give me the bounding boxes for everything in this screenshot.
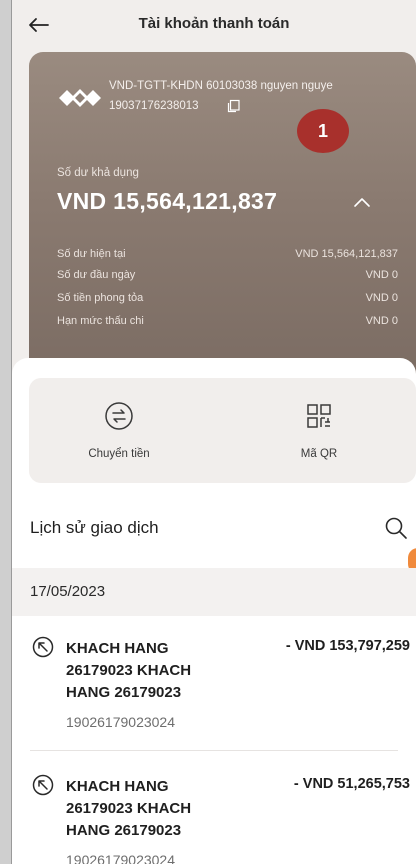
balance-row-label: Số dư đầu ngày — [57, 269, 136, 281]
page-title: Tài khoản thanh toán — [138, 15, 290, 32]
qr-label: Mã QR — [300, 448, 338, 460]
balance-row-overdraft: Hạn mức thấu chi VND 0 — [57, 315, 398, 327]
available-balance-label: Số dư khả dụng — [57, 167, 139, 179]
step-badge: 1 — [297, 109, 349, 153]
copy-icon[interactable] — [227, 99, 241, 113]
transaction-amount: - VND 153,797,259 — [285, 638, 410, 654]
divider — [30, 750, 398, 751]
balance-row-label: Số dư hiện tại — [57, 248, 126, 260]
balance-row-value: VND 15,564,121,837 — [295, 248, 398, 260]
app-screen: Tài khoản thanh toán VND-TGTT-KHDN 60103… — [12, 0, 416, 864]
bank-logo-icon — [59, 89, 101, 107]
transaction-row[interactable]: KHACH HANG 26179023 KHACH HANG 26179023 … — [12, 630, 416, 756]
transaction-amount: - VND 51,265,753 — [293, 776, 410, 792]
transaction-row[interactable]: KHACH HANG 26179023 KHACH HANG 26179023 … — [12, 768, 416, 864]
transaction-reference: 19026179023024 — [66, 852, 176, 864]
date-header: 17/05/2023 — [12, 568, 416, 616]
outgoing-arrow-icon — [32, 636, 54, 658]
balance-row-value: VND 0 — [365, 292, 398, 304]
account-card: VND-TGTT-KHDN 60103038 nguyen nguye 1903… — [29, 52, 416, 392]
transaction-reference: 19026179023024 — [66, 714, 176, 730]
search-icon[interactable] — [384, 516, 408, 540]
available-balance-value: VND 15,564,121,837 — [57, 188, 278, 214]
transfer-button[interactable]: Chuyển tiền — [29, 378, 209, 483]
qr-icon — [307, 404, 331, 428]
transfer-icon — [105, 402, 133, 430]
balance-row-value: VND 0 — [365, 269, 398, 281]
balance-row-current: Số dư hiện tại VND 15,564,121,837 — [57, 248, 398, 260]
transaction-name: KHACH HANG 26179023 KHACH HANG 26179023 — [66, 778, 192, 839]
account-name: VND-TGTT-KHDN 60103038 nguyen nguye — [109, 80, 333, 92]
history-title: Lịch sử giao dịch — [30, 518, 159, 537]
transaction-name: KHACH HANG 26179023 KHACH HANG 26179023 — [66, 640, 192, 701]
qr-button[interactable]: Mã QR — [229, 378, 409, 483]
bottom-sheet: Chuyển tiền Mã QR Lịch sử giao dịch 17/0… — [12, 358, 416, 864]
balance-row-label: Số tiền phong tỏa — [57, 292, 144, 304]
transfer-label: Chuyển tiền — [88, 448, 150, 460]
chevron-up-icon[interactable] — [351, 192, 373, 214]
account-number: 19037176238013 — [109, 100, 199, 112]
quick-actions: Chuyển tiền Mã QR — [29, 378, 416, 483]
balance-row-blocked: Số tiền phong tỏa VND 0 — [57, 292, 398, 304]
date-label: 17/05/2023 — [30, 583, 106, 600]
outgoing-arrow-icon — [32, 774, 54, 796]
balance-row-label: Hạn mức thấu chi — [57, 315, 144, 327]
balance-row-opening: Số dư đầu ngày VND 0 — [57, 269, 398, 281]
balance-row-value: VND 0 — [365, 315, 398, 327]
header: Tài khoản thanh toán — [12, 0, 416, 52]
